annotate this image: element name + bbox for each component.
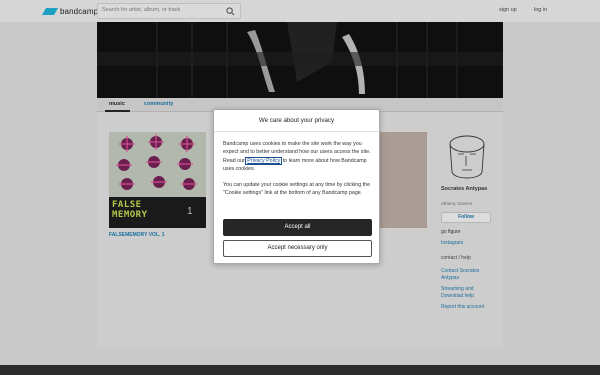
privacy-policy-link[interactable]: Privacy Policy: [245, 156, 283, 165]
follow-button[interactable]: Follow: [441, 212, 491, 223]
album-cover-bottom-panel: FALSE MEMORY 1: [109, 197, 206, 228]
logo-text: bandcamp: [60, 6, 99, 16]
dialog-title: We care about your privacy: [214, 110, 379, 132]
cookie-settings-info: You can update your cookie settings at a…: [223, 182, 371, 197]
cover-art-illustration: [109, 132, 206, 197]
artist-link-instagram[interactable]: Instagram: [441, 240, 463, 246]
search-icon[interactable]: [226, 7, 235, 16]
accept-all-button[interactable]: Accept all: [223, 219, 372, 236]
cookie-explanation: Bandcamp uses cookies to make the site w…: [223, 140, 373, 174]
album-title-link[interactable]: FALSEMEMORY VOL. 1: [109, 232, 165, 238]
tab-community[interactable]: community: [144, 101, 173, 107]
artist-link-go-figure[interactable]: go figure: [441, 229, 460, 235]
cover-text-false: FALSE: [112, 200, 142, 210]
artist-name: Socrates Antypas: [441, 186, 488, 192]
cookie-consent-dialog: We care about your privacy Bandcamp uses…: [213, 109, 380, 264]
streaming-help-link[interactable]: Streaming and Download help: [441, 286, 493, 299]
band-banner-image: [97, 22, 503, 98]
report-account-link[interactable]: Report this account: [441, 304, 484, 310]
artist-avatar[interactable]: [444, 130, 490, 184]
album-cover-2[interactable]: [378, 132, 427, 228]
active-tab-indicator: [105, 110, 130, 112]
search-input[interactable]: Search for artist, album, or track: [97, 3, 241, 19]
artist-location: Athens, Greece: [441, 201, 473, 206]
log-in-link[interactable]: log in: [534, 7, 547, 13]
contact-artist-link[interactable]: Contact Socrates Antypas: [441, 268, 493, 281]
accept-necessary-button[interactable]: Accept necessary only: [223, 240, 372, 257]
bandcamp-logo-icon: [41, 7, 59, 15]
cover-number: 1: [187, 206, 193, 217]
bandcamp-logo[interactable]: bandcamp: [41, 5, 99, 17]
top-navbar: bandcamp Search for artist, album, or tr…: [0, 0, 600, 22]
contact-help-heading: contact / help: [441, 255, 471, 261]
sign-up-link[interactable]: sign up: [499, 7, 517, 13]
cover-text-memory: MEMORY: [112, 210, 148, 220]
search-placeholder: Search for artist, album, or track: [102, 7, 181, 13]
tab-music[interactable]: music: [109, 101, 125, 107]
page-footer: [0, 365, 600, 375]
